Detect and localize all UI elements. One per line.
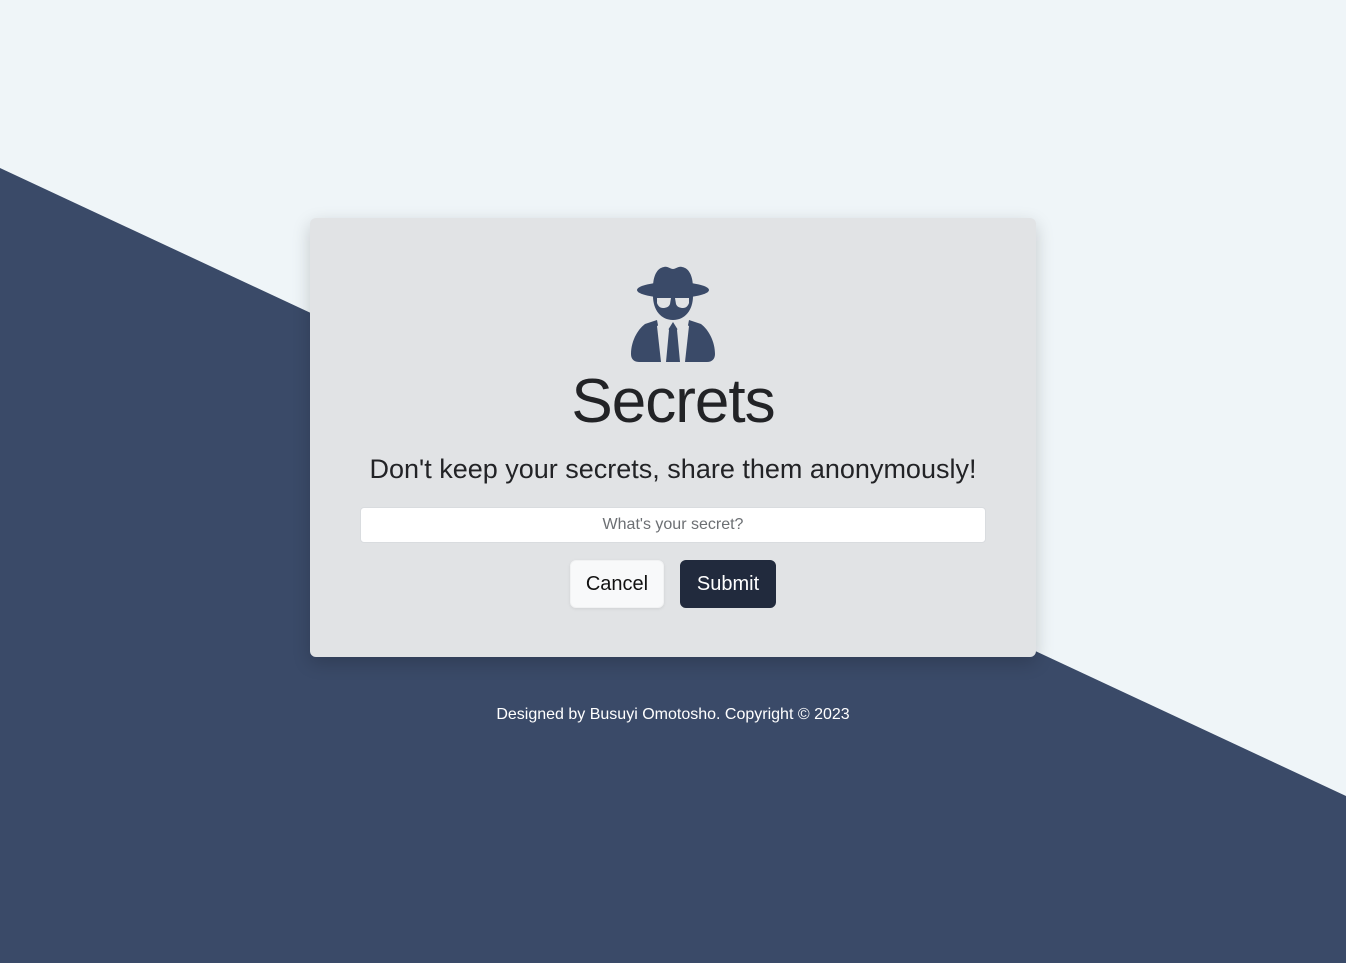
user-secret-icon — [631, 266, 715, 362]
submit-button[interactable]: Submit — [680, 560, 776, 608]
secret-form-card: Secrets Don't keep your secrets, share t… — [310, 218, 1036, 657]
secret-input[interactable] — [360, 507, 986, 543]
cancel-button[interactable]: Cancel — [570, 560, 664, 608]
footer-copyright: Designed by Busuyi Omotosho. Copyright ©… — [496, 706, 850, 723]
page-subtitle: Don't keep your secrets, share them anon… — [369, 454, 977, 484]
page-title: Secrets — [571, 367, 775, 436]
